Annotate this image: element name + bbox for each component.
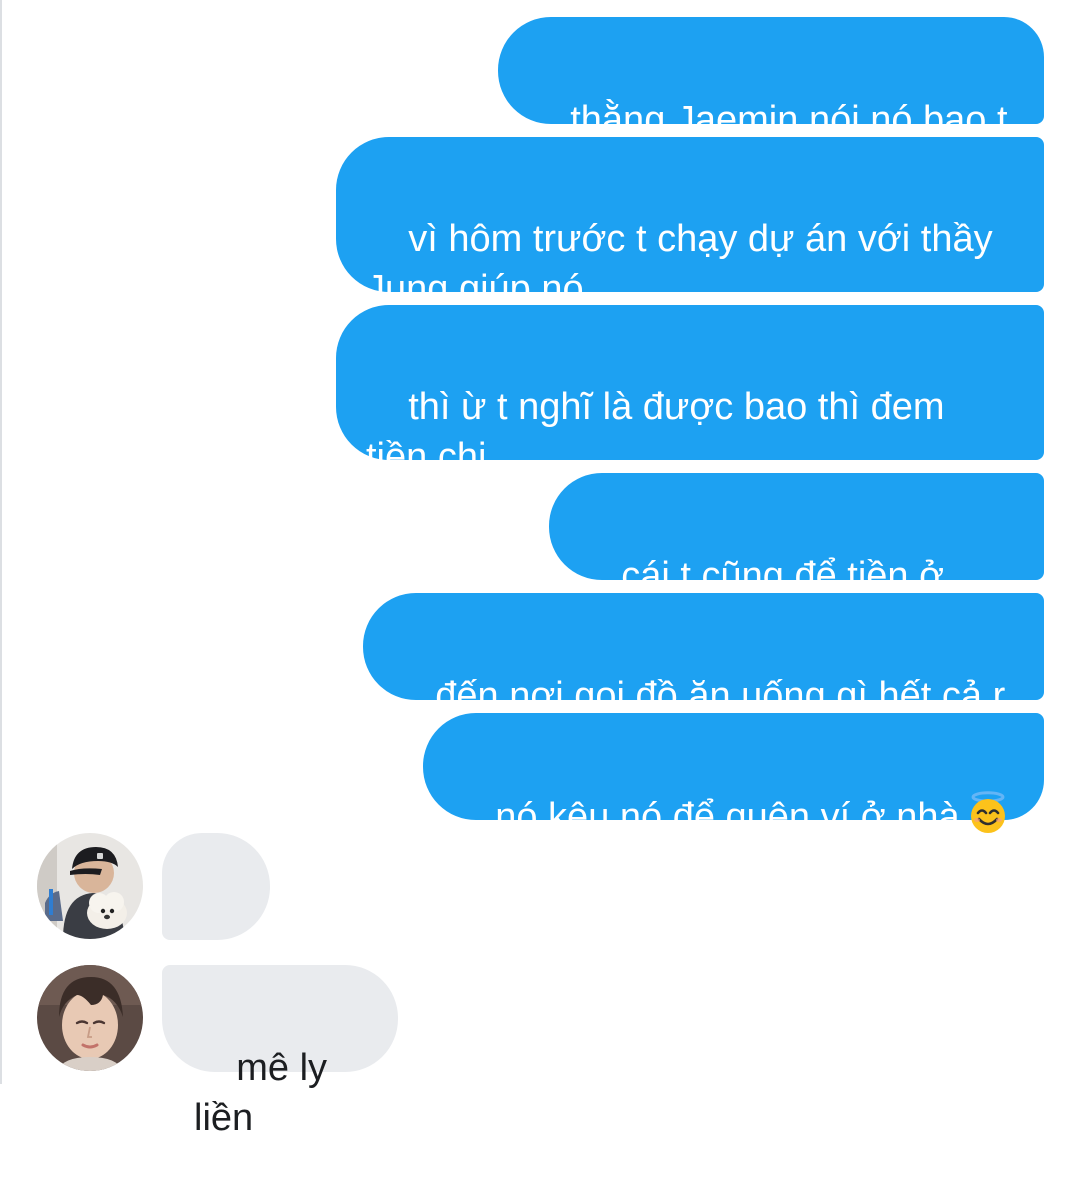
message-text: vì hôm trước t chạy dự án với thầy Jung … (366, 218, 1004, 310)
sent-message[interactable]: vì hôm trước t chạy dự án với thầy Jung … (336, 137, 1044, 310)
sent-message[interactable]: nó kêu nó để quên ví ở nhà (423, 713, 1044, 838)
avatar-person-with-cap-and-dog-icon (37, 833, 143, 939)
received-message[interactable]: đã (162, 833, 270, 1007)
avatar[interactable] (37, 965, 143, 1071)
message-text: thằng Jaemin nói nó bao t (570, 99, 1008, 141)
avatar-person-portrait-icon (37, 965, 143, 1071)
message-text: thì ừ t nghĩ là được bao thì đem tiền ch… (366, 386, 956, 478)
smiling-face-with-halo-icon (970, 791, 1005, 833)
sent-message[interactable]: thằng Jaemin nói nó bao t (498, 17, 1044, 141)
message-thread[interactable]: thằng Jaemin nói nó bao t vì hôm trước t… (0, 0, 1080, 1139)
sent-message[interactable]: đến nơi gọi đồ ăn uống gì hết cả r (363, 593, 1044, 717)
message-text: đến nơi gọi đồ ăn uống gì hết cả r (435, 675, 1006, 717)
sent-message[interactable]: thì ừ t nghĩ là được bao thì đem tiền ch… (336, 305, 1044, 478)
message-text: mê ly liền (194, 1047, 338, 1139)
avatar[interactable] (37, 833, 143, 939)
received-message[interactable]: mê ly liền (162, 965, 398, 1139)
sent-message[interactable]: cái t cũng để tiền ở nhà (549, 473, 1044, 647)
message-text: nó kêu nó để quên ví ở nhà (495, 796, 960, 838)
